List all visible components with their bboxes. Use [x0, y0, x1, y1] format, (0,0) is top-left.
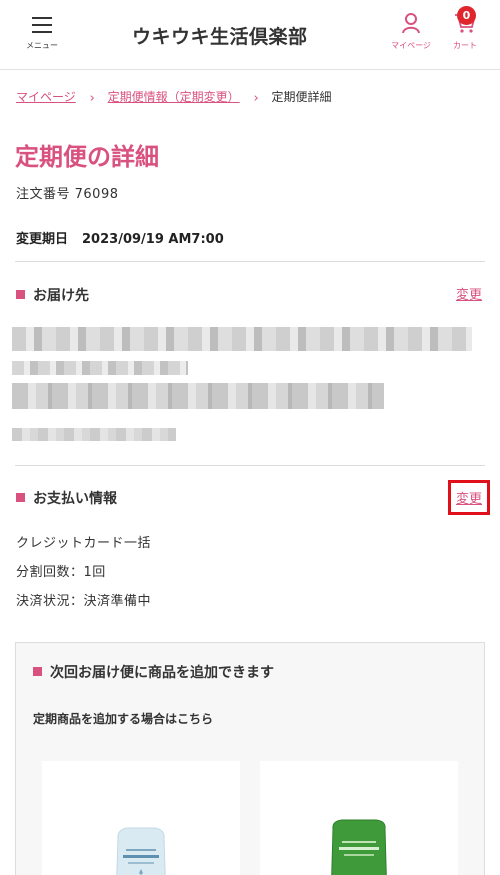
delivery-title-text: お届け先 [33, 288, 89, 304]
order-number: 注文番号 76098 [16, 187, 119, 202]
add-products-panel: 次回お届け便に商品を追加できます 定期商品を追加する場合はこちら [15, 642, 485, 875]
payment-method: クレジットカード一括 [16, 536, 152, 551]
cart-button[interactable]: 0 カート [440, 6, 490, 51]
add-products-subtitle: 定期商品を追加する場合はこちら [33, 712, 214, 726]
square-bullet-icon [16, 290, 25, 299]
change-deadline-label: 変更期日 [16, 232, 69, 247]
change-deadline: 変更期日 2023/09/19 AM7:00 [16, 228, 224, 247]
product-card[interactable] [42, 761, 240, 875]
delivery-change-link[interactable]: 変更 [456, 284, 482, 303]
square-bullet-icon [33, 667, 42, 676]
change-deadline-value: 2023/09/19 AM7:00 [82, 232, 224, 247]
breadcrumb: マイページ › 定期便情報（定期変更） › 定期便詳細 [16, 88, 332, 106]
payment-title-text: お支払い情報 [33, 491, 117, 507]
divider [15, 261, 485, 262]
chevron-right-icon: › [89, 91, 95, 106]
payment-section-title: お支払い情報 [16, 488, 117, 508]
cart-label: カート [453, 41, 477, 50]
hamburger-icon [32, 17, 52, 33]
product-card[interactable] [260, 761, 458, 875]
payment-installments: 分割回数：1回 [16, 565, 106, 580]
delivery-section-title: お届け先 [16, 285, 89, 305]
square-bullet-icon [16, 493, 25, 502]
add-products-title-text: 次回お届け便に商品を追加できます [50, 665, 274, 681]
page-title: 定期便の詳細 [15, 143, 159, 171]
payment-change-link[interactable]: 変更 [447, 480, 491, 515]
divider [15, 465, 485, 466]
breadcrumb-current: 定期便詳細 [271, 90, 332, 104]
redacted-address-line [12, 327, 472, 351]
product-image [116, 827, 166, 875]
breadcrumb-subscription-link[interactable]: 定期便情報（定期変更） [108, 90, 240, 104]
add-products-title: 次回お届け便に商品を追加できます [33, 662, 274, 682]
product-image [331, 819, 387, 875]
menu-button[interactable]: メニュー [22, 14, 62, 54]
menu-label: メニュー [26, 41, 58, 50]
mypage-button[interactable]: マイページ [386, 12, 436, 51]
user-icon [402, 13, 420, 34]
cart-count-badge: 0 [457, 6, 476, 25]
site-logo[interactable]: ウキウキ生活倶楽部 [132, 22, 308, 49]
breadcrumb-mypage-link[interactable]: マイページ [16, 90, 76, 104]
chevron-right-icon: › [253, 91, 259, 106]
redacted-phone-line [12, 428, 176, 441]
mypage-label: マイページ [391, 41, 431, 50]
payment-status: 決済状況：決済準備中 [16, 594, 152, 609]
site-header: メニュー ウキウキ生活倶楽部 マイページ 0 カート [0, 0, 500, 70]
redacted-address-line [12, 383, 384, 409]
redacted-address-line [12, 361, 188, 375]
